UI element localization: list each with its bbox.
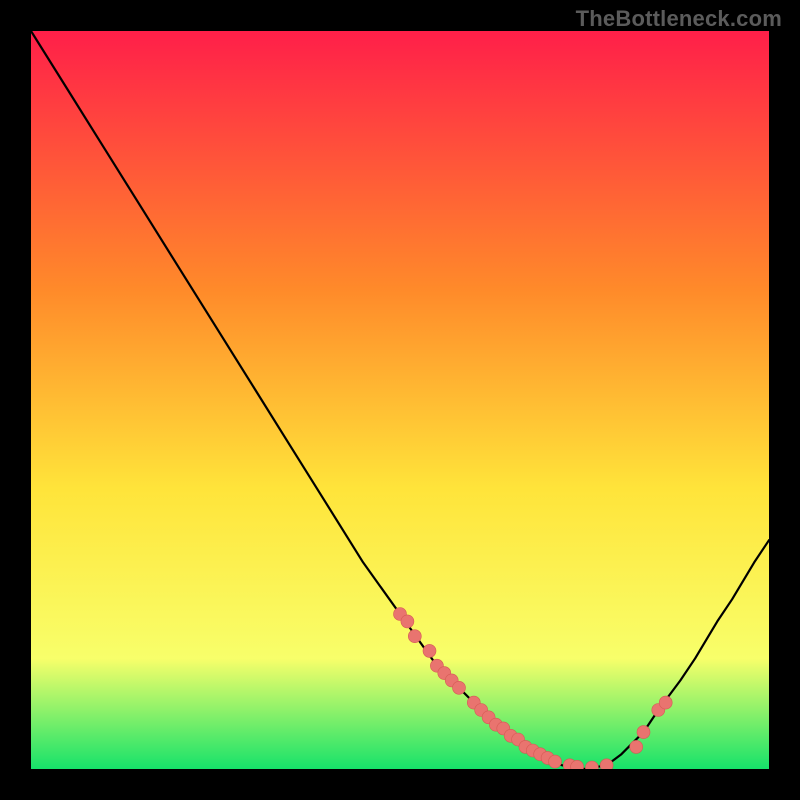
data-dot: [659, 696, 672, 709]
data-dot: [408, 630, 421, 643]
data-dot: [549, 755, 562, 768]
data-dot: [423, 644, 436, 657]
gradient-background: [31, 31, 769, 769]
data-dot: [600, 759, 613, 769]
data-dot: [401, 615, 414, 628]
data-dot: [453, 681, 466, 694]
data-dot: [630, 740, 643, 753]
chart-frame: TheBottleneck.com: [0, 0, 800, 800]
data-dot: [637, 726, 650, 739]
plot-area: [31, 31, 769, 769]
bottleneck-chart: [31, 31, 769, 769]
watermark-text: TheBottleneck.com: [576, 6, 782, 32]
